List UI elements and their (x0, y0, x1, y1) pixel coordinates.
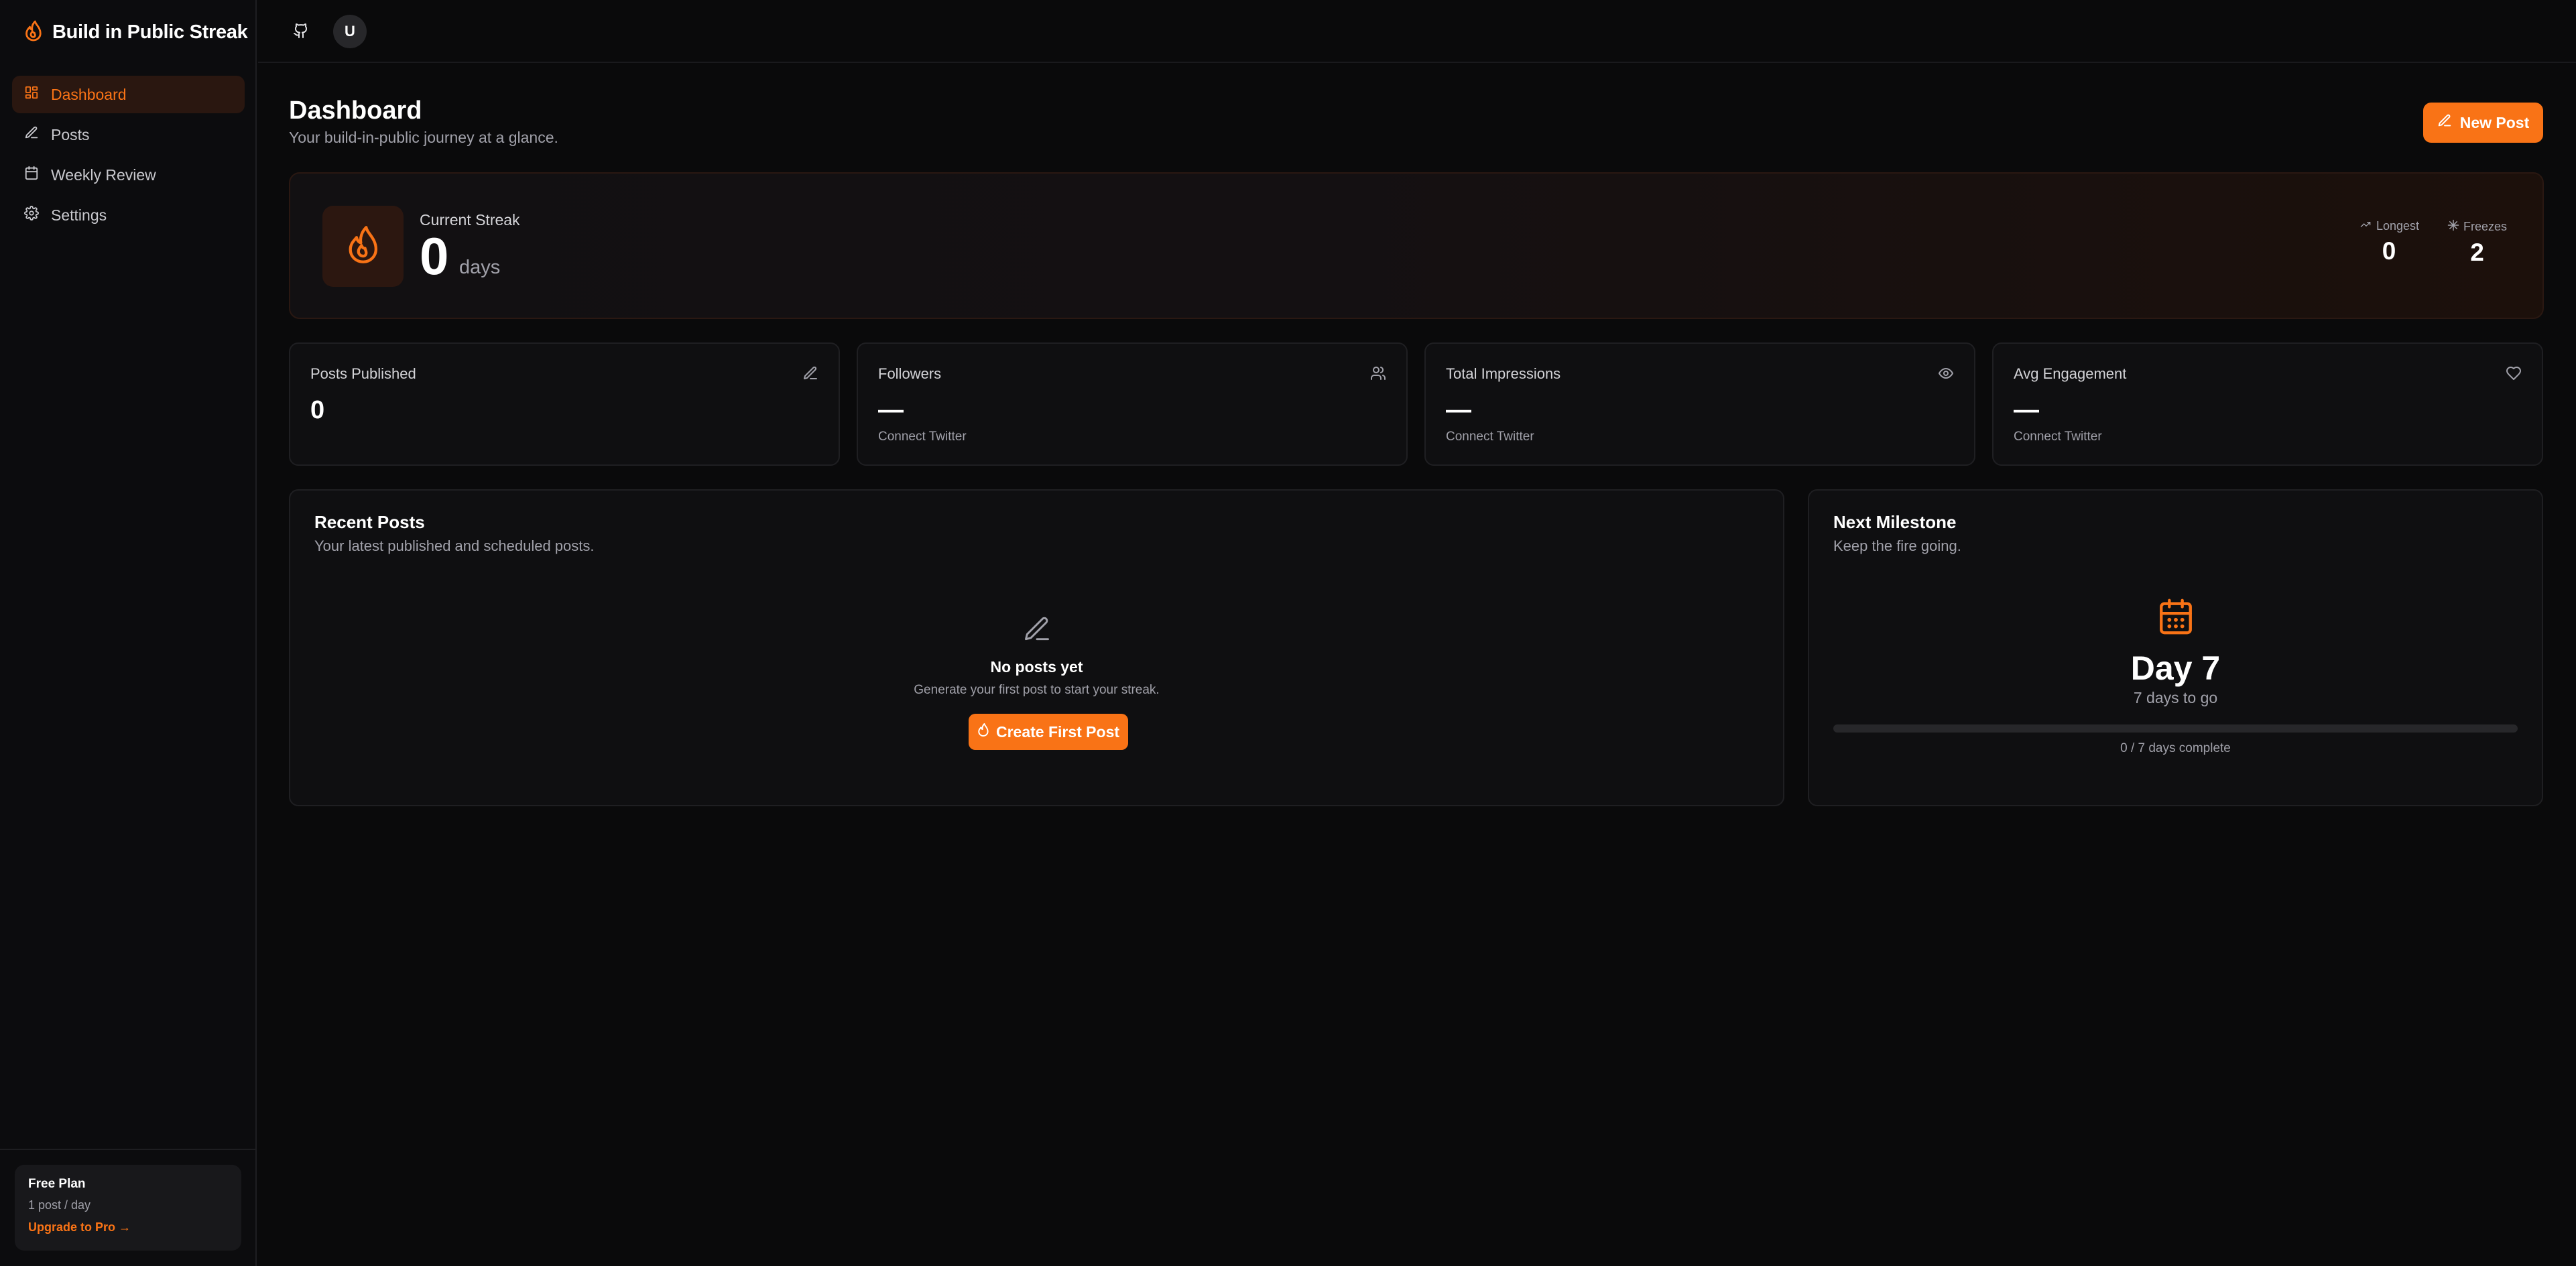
flame-icon (346, 225, 381, 268)
sidebar-item-settings[interactable]: Settings (12, 196, 245, 234)
empty-title-wrap: No posts yet (290, 658, 1783, 676)
streak-flame-box (322, 206, 404, 287)
stat-label: Posts Published (310, 365, 416, 382)
stat-value: — (878, 396, 904, 424)
stat-card-posts-published: Posts Published 0 (289, 342, 840, 466)
new-post-label: New Post (2459, 113, 2530, 131)
sidebar-item-label: Settings (51, 206, 107, 224)
sidebar-item-label: Dashboard (51, 85, 127, 103)
pencil-icon (1022, 617, 1052, 647)
freezes-stat: Freezes 2 (2447, 219, 2507, 267)
page-title: Dashboard (289, 97, 422, 125)
sidebar-item-posts[interactable]: Posts (12, 116, 245, 153)
milestone-togo-wrap: 7 days to go (1809, 689, 2542, 707)
upgrade-link[interactable]: Upgrade to Pro → (28, 1220, 228, 1235)
stat-value: — (1446, 396, 1471, 424)
freezes-label: Freezes (2463, 220, 2508, 233)
sidebar-item-dashboard[interactable]: Dashboard (12, 76, 245, 113)
streak-card: Current Streak 0 days Longest 0 Freezes … (289, 172, 2544, 319)
stat-value: — (2014, 396, 2039, 424)
empty-sub-wrap: Generate your first post to start your s… (290, 683, 1783, 698)
sidebar-nav: Dashboard Posts Weekly Review Settings (12, 76, 245, 237)
avatar[interactable]: U (333, 15, 367, 48)
connect-twitter-link[interactable]: Connect Twitter (2014, 430, 2102, 444)
app-title: Build in Public Streak (52, 21, 248, 43)
recent-posts-panel: Recent Posts Your latest published and s… (289, 489, 1784, 806)
empty-title: No posts yet (990, 658, 1083, 676)
connect-twitter-link[interactable]: Connect Twitter (1446, 430, 1534, 444)
sidebar-item-weekly-review[interactable]: Weekly Review (12, 156, 245, 194)
flame-icon (977, 722, 989, 741)
stat-card-avg-engagement: Avg Engagement — Connect Twitter (1992, 342, 2543, 466)
sidebar-item-label: Posts (51, 125, 90, 143)
panel-subtitle: Your latest published and scheduled post… (314, 537, 595, 554)
calendar-icon (2156, 598, 2195, 639)
brand[interactable]: Build in Public Streak (24, 16, 248, 48)
milestone-to-go: 7 days to go (2133, 689, 2218, 706)
github-icon[interactable] (285, 15, 317, 47)
users-icon (1370, 365, 1388, 383)
empty-subtitle: Generate your first post to start your s… (914, 683, 1160, 697)
trending-up-icon (2359, 219, 2372, 233)
pencil-icon (2437, 113, 2452, 132)
heart-icon (2506, 365, 2523, 383)
milestone-progress-bar (1833, 724, 2518, 733)
stat-card-total-impressions: Total Impressions — Connect Twitter (1424, 342, 1975, 466)
stat-label: Avg Engagement (2014, 365, 2127, 382)
empty-state (290, 615, 1783, 647)
next-milestone-panel: Next Milestone Keep the fire going. Day … (1808, 489, 2543, 806)
pencil-icon (24, 125, 39, 144)
stat-label: Followers (878, 365, 942, 382)
topbar: U (258, 0, 2576, 63)
longest-label: Longest (2376, 219, 2420, 233)
connect-twitter-link[interactable]: Connect Twitter (878, 430, 967, 444)
gear-icon (24, 206, 39, 225)
eye-icon (1938, 365, 1955, 383)
create-first-post-label: Create First Post (995, 722, 1120, 741)
stat-label: Total Impressions (1446, 365, 1561, 382)
plan-card: Free Plan 1 post / day Upgrade to Pro → (15, 1165, 241, 1251)
pencil-icon (802, 365, 820, 383)
panel-subtitle: Keep the fire going. (1833, 537, 1961, 554)
milestone-progress-label: 0 / 7 days complete (2120, 741, 2231, 755)
streak-unit: days (459, 257, 501, 278)
milestone-day: Day 7 (2130, 649, 2221, 687)
panel-title: Recent Posts (314, 512, 425, 532)
sidebar-divider (0, 1149, 257, 1150)
plan-limit: 1 post / day (28, 1198, 91, 1212)
sidebar-item-label: Weekly Review (51, 166, 156, 184)
calendar-icon (24, 166, 39, 184)
panel-title: Next Milestone (1833, 512, 1957, 532)
dashboard-icon (24, 85, 39, 104)
milestone-day-wrap: Day 7 (1809, 649, 2542, 688)
milestone-calendar-wrap (1809, 596, 2542, 640)
page-subtitle: Your build-in-public journey at a glance… (289, 129, 558, 146)
freezes-value: 2 (2470, 239, 2484, 266)
longest-stat: Longest 0 (2359, 219, 2419, 265)
new-post-button[interactable]: New Post (2423, 103, 2543, 143)
snowflake-icon (2447, 219, 2459, 235)
plan-title: Free Plan (28, 1177, 86, 1191)
sidebar: Build in Public Streak Dashboard Posts W… (0, 0, 257, 1266)
create-first-post-button[interactable]: Create First Post (969, 714, 1128, 750)
stat-card-followers: Followers — Connect Twitter (857, 342, 1408, 466)
stat-value: 0 (310, 396, 325, 424)
longest-value: 0 (2382, 237, 2396, 265)
streak-value: 0 (420, 227, 449, 286)
flame-icon (24, 19, 43, 46)
